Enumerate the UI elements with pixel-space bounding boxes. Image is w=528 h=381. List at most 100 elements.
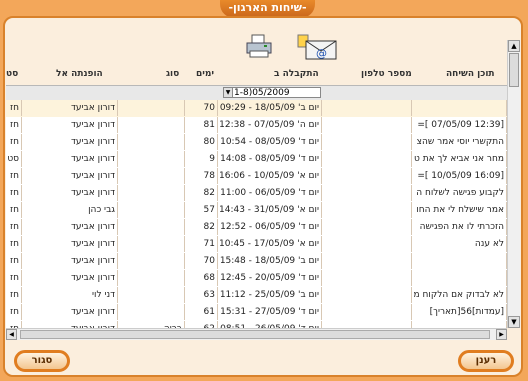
chevron-down-icon[interactable]: ▼	[223, 87, 233, 98]
cell-status: חז	[6, 287, 22, 303]
table-row[interactable]: חז גבי כהן 57 יום א' 31/05/09 - 14:43 אמר שי…	[6, 202, 507, 220]
table-row[interactable]: חז דורון אביעד 71 יום א' 17/05/09 - 10:45 לא…	[6, 236, 507, 254]
cell-type	[118, 287, 185, 303]
column-header-type[interactable]: סוג	[166, 69, 179, 79]
table-row[interactable]: חז דורון אביעד 70 יום ב' 18/05/09 - 09:29	[6, 100, 507, 118]
cell-referred-to: דורון אביעד	[22, 270, 118, 286]
cell-received: יום ד' 20/05/09 - 12:45	[218, 270, 322, 286]
cell-status: חז	[6, 270, 22, 286]
cell-referred-to: דורון אביעד	[22, 151, 118, 167]
cell-referred-to: דורון אביעד	[22, 321, 118, 328]
table-row[interactable]: סט דורון אביעד 9 יום ד' 08/05/09 - 14:08 מחר…	[6, 151, 507, 169]
cell-referred-to: דני לוי	[22, 287, 118, 303]
table-row[interactable]: חז דורון אביעד 80 יום ד' 08/05/09 - 10:54 הת…	[6, 134, 507, 152]
vertical-scrollbar[interactable]: ▲ ▼	[507, 40, 520, 328]
cell-type	[118, 168, 185, 184]
cell-received: יום ב' 25/05/09 - 11:12	[218, 287, 322, 303]
scroll-right-icon[interactable]: ▶	[496, 329, 507, 340]
cell-type	[118, 202, 185, 218]
table-row[interactable]: חז דורון אביעד 82 יום ד' 06/05/09 - 12:52 הז…	[6, 219, 507, 237]
horizontal-scrollbar[interactable]: ◀ ▶	[6, 328, 507, 340]
table-row[interactable]: חז דורון אביעד 70 יום ב' 18/05/09 - 15:48	[6, 253, 507, 271]
cell-type	[118, 270, 185, 286]
cell-status: חז	[6, 202, 22, 218]
cell-subject	[412, 270, 507, 286]
scroll-thumb[interactable]	[509, 53, 519, 87]
cell-days: 63	[185, 287, 218, 303]
column-header-referred-to[interactable]: הופנתה אל	[56, 69, 103, 79]
column-header-subject[interactable]: תוכן השיחה	[446, 69, 495, 79]
cell-referred-to: דורון אביעד	[22, 117, 118, 133]
column-header-status[interactable]: סט	[6, 69, 18, 79]
scroll-down-icon[interactable]: ▼	[508, 316, 520, 328]
table-row[interactable]: חזדורון אביעדבריה62יום ד' 26/05/09 - 08:…	[6, 321, 507, 328]
horizontal-scroll-thumb[interactable]	[20, 330, 490, 339]
column-header-phone[interactable]: מספר טלפון	[361, 69, 412, 79]
refresh-button[interactable]: רענן	[458, 350, 514, 372]
cell-status: חז	[6, 134, 22, 150]
cell-phone	[322, 117, 412, 133]
scroll-up-icon[interactable]: ▲	[508, 40, 520, 52]
cell-received: יום ד' 08/05/09 - 10:54	[218, 134, 322, 150]
cell-days: 70	[185, 253, 218, 269]
cell-received: יום ב' 18/05/09 - 09:29	[218, 100, 322, 116]
email-icon[interactable]: @	[296, 33, 340, 61]
table-row[interactable]: חז דורון אביעד 61 יום ד' 27/05/09 - 15:31 [ע…	[6, 304, 507, 322]
column-header-row: תוכן השיחה מספר טלפון התקבלה ב ימים סוג …	[6, 66, 507, 84]
cell-subject: לא ענה	[412, 236, 507, 252]
cell-phone	[322, 219, 412, 235]
cell-type	[118, 304, 185, 320]
cell-days: 62	[185, 321, 218, 328]
cell-status: חז	[6, 117, 22, 133]
cell-subject: מחר אני אביא לך את ט	[412, 151, 507, 167]
cell-days: 80	[185, 134, 218, 150]
table-row[interactable]: חז דורון אביעד 78 יום א' 10/05/09 - 16:06 [1…	[6, 168, 507, 186]
printer-icon[interactable]	[244, 33, 274, 61]
cell-type	[118, 117, 185, 133]
cell-phone	[322, 134, 412, 150]
cell-phone	[322, 304, 412, 320]
cell-subject: לא לבדוק אם הלקוח מ	[412, 287, 507, 303]
cell-received: יום א' 31/05/09 - 14:43	[218, 202, 322, 218]
cell-days: 78	[185, 168, 218, 184]
cell-subject: [עמדות]56[תאריך]	[412, 304, 507, 320]
cell-status: חז	[6, 236, 22, 252]
cell-type	[118, 134, 185, 150]
cell-days: 82	[185, 185, 218, 201]
cell-referred-to: דורון אביעד	[22, 253, 118, 269]
cell-subject: אמר שישלח לי את החו	[412, 202, 507, 218]
cell-received: יום ד' 27/05/09 - 15:31	[218, 304, 322, 320]
table-row[interactable]: חז דני לוי 63 יום ב' 25/05/09 - 11:12 לא לבד…	[6, 287, 507, 305]
cell-phone	[322, 100, 412, 116]
cell-referred-to: דורון אביעד	[22, 304, 118, 320]
cell-days: 9	[185, 151, 218, 167]
filter-row: ▼	[6, 85, 507, 101]
scroll-left-icon[interactable]: ◀	[6, 329, 17, 340]
close-button[interactable]: סגור	[14, 350, 70, 372]
cell-type	[118, 236, 185, 252]
cell-subject	[412, 253, 507, 269]
column-header-received[interactable]: התקבלה ב	[274, 69, 319, 79]
cell-subject	[412, 100, 507, 116]
cell-received: יום ד' 06/05/09 - 11:00	[218, 185, 322, 201]
cell-referred-to: דורון אביעד	[22, 219, 118, 235]
cell-type	[118, 100, 185, 116]
table-row[interactable]: חז דורון אביעד 68 יום ד' 20/05/09 - 12:45	[6, 270, 507, 288]
column-header-days[interactable]: ימים	[196, 69, 214, 79]
cell-subject: התקשרי יוסי אמר שהצ	[412, 134, 507, 150]
date-filter-input[interactable]	[231, 87, 321, 98]
cell-type	[118, 219, 185, 235]
cell-status: חז	[6, 168, 22, 184]
cell-received: יום ד' 26/05/09 - 08:51	[218, 321, 322, 328]
cell-days: 71	[185, 236, 218, 252]
cell-type: בריה	[118, 321, 185, 328]
cell-subject: [12:39 07/05/09 ]=	[412, 117, 507, 133]
cell-days: 61	[185, 304, 218, 320]
cell-received: יום ד' 08/05/09 - 14:08	[218, 151, 322, 167]
table-row[interactable]: חז דורון אביעד 81 יום ה' 07/05/09 - 12:38 [1…	[6, 117, 507, 135]
cell-phone	[322, 168, 412, 184]
cell-type	[118, 253, 185, 269]
table-row[interactable]: חז דורון אביעד 82 יום ד' 06/05/09 - 11:00 לק…	[6, 185, 507, 203]
cell-referred-to: דורון אביעד	[22, 236, 118, 252]
cell-referred-to: דורון אביעד	[22, 134, 118, 150]
